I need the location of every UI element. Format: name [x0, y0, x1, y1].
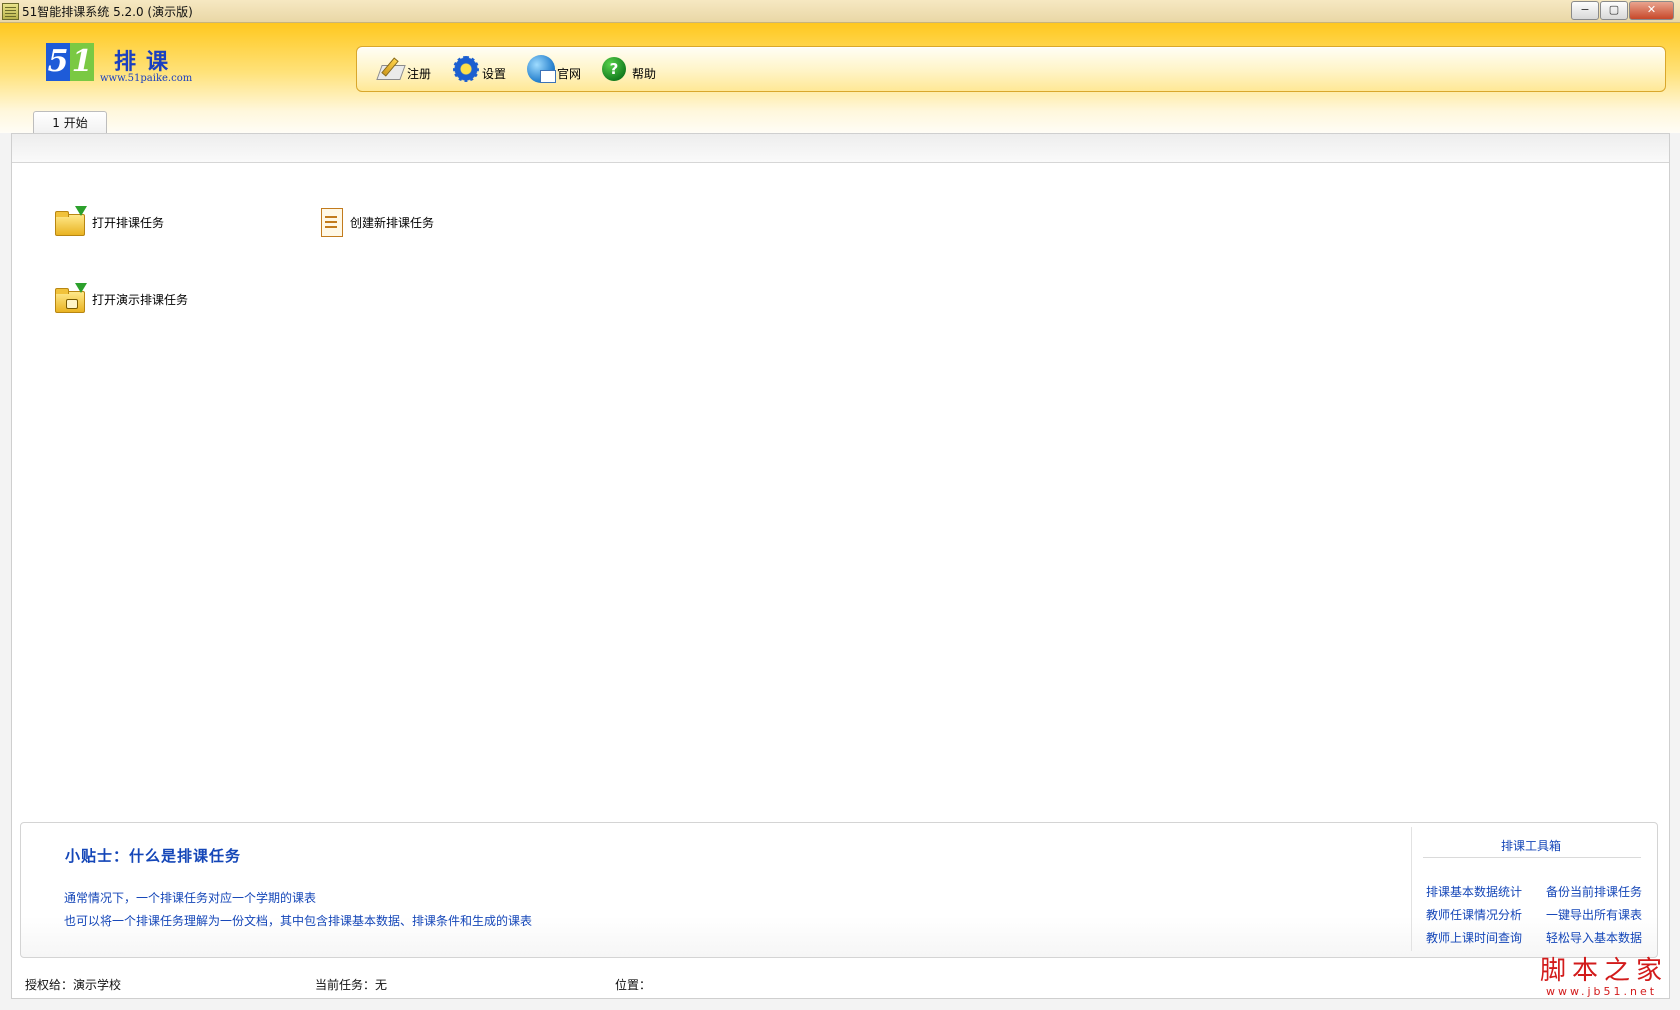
toolbox-link-teacher-analysis[interactable]: 教师任课情况分析 [1426, 906, 1522, 923]
minimize-button[interactable]: − [1571, 1, 1599, 20]
app-icon [2, 3, 19, 20]
window-title-bar[interactable]: 51智能排课系统 5.2.0 (演示版) − ▢ ✕ [0, 0, 1680, 23]
tab-start[interactable]: 1 开始 [33, 111, 107, 134]
open-demo-task-label: 打开演示排课任务 [92, 292, 189, 307]
panel-header-strip [12, 134, 1669, 163]
open-task-action[interactable]: 打开排课任务 [54, 206, 165, 236]
toolbox-link-teacher-schedule[interactable]: 教师上课时间查询 [1426, 929, 1522, 946]
tips-divider [1411, 827, 1412, 951]
status-location: 位置： [615, 978, 652, 992]
main-toolbar: 注册 设置 官网 ? 帮助 [356, 46, 1666, 92]
settings-button[interactable]: 设置 [452, 55, 506, 83]
register-label: 注册 [407, 66, 432, 81]
toolbox-link-data-stats[interactable]: 排课基本数据统计 [1426, 883, 1522, 900]
globe-home-icon [527, 55, 556, 83]
watermark-brand: 脚本之家 [1540, 956, 1669, 986]
new-document-icon [318, 207, 344, 237]
watermark-url: www.jb51.net [1546, 985, 1658, 998]
tips-line-1: 通常情况下，一个排课任务对应一个学期的课表 [64, 891, 317, 905]
status-bar: 授权给：演示学校 当前任务：无 位置： [12, 972, 1669, 996]
toolbox-link-import-data[interactable]: 轻松导入基本数据 [1546, 929, 1642, 946]
toolbox-link-export-timetables[interactable]: 一键导出所有课表 [1546, 906, 1642, 923]
app-header: 5 1 排课 www.51paike.com 注册 设置 官网 ? 帮助 [0, 23, 1680, 133]
open-folder-icon [54, 206, 87, 236]
gear-icon [452, 55, 480, 83]
website-button[interactable]: 官网 [527, 55, 581, 83]
create-task-label: 创建新排课任务 [350, 215, 435, 230]
open-demo-folder-icon [54, 283, 87, 313]
window-controls: − ▢ ✕ [1571, 1, 1674, 20]
maximize-button[interactable]: ▢ [1600, 1, 1628, 20]
window-title: 51智能排课系统 5.2.0 (演示版) [22, 5, 193, 19]
register-button[interactable]: 注册 [377, 55, 431, 83]
toolbox-link-backup-task[interactable]: 备份当前排课任务 [1546, 883, 1642, 900]
logo-digit-5: 5 [46, 43, 70, 81]
tips-title: 小贴士：什么是排课任务 [65, 847, 242, 865]
toolbox-title: 排课工具箱 [1500, 839, 1561, 853]
open-demo-task-action[interactable]: 打开演示排课任务 [54, 283, 189, 313]
help-label: 帮助 [632, 66, 657, 81]
start-panel: 打开排课任务 创建新排课任务 打开演示排课任务 小贴士：什么是排课任务 通常情况… [11, 133, 1670, 999]
settings-label: 设置 [482, 66, 507, 81]
status-current-task: 当前任务：无 [315, 978, 388, 992]
logo-url: www.51paike.com [100, 73, 193, 84]
close-button[interactable]: ✕ [1629, 1, 1674, 20]
logo-name: 排课 [114, 49, 179, 75]
website-label: 官网 [557, 66, 582, 81]
tips-line-2: 也可以将一个排课任务理解为一份文档，其中包含排课基本数据、排课条件和生成的课表 [64, 914, 533, 928]
create-task-action[interactable]: 创建新排课任务 [318, 207, 434, 237]
status-licensed: 授权给：演示学校 [25, 978, 122, 992]
help-button[interactable]: ? 帮助 [602, 55, 656, 83]
toolbox-divider [1423, 857, 1641, 858]
register-pen-icon [377, 55, 405, 83]
open-task-label: 打开排课任务 [92, 215, 165, 230]
help-question-icon: ? [602, 57, 626, 81]
logo-digit-1: 1 [70, 43, 94, 81]
tips-box: 小贴士：什么是排课任务 通常情况下，一个排课任务对应一个学期的课表 也可以将一个… [20, 822, 1658, 958]
